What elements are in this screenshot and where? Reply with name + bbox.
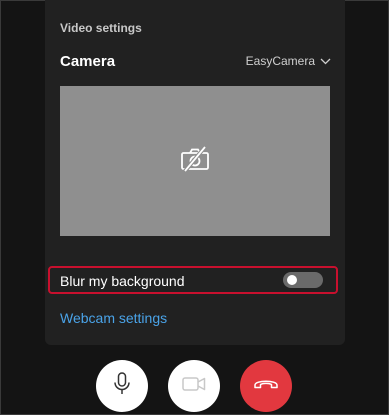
camera-selected-value: EasyCamera [245, 54, 315, 68]
microphone-icon [113, 371, 131, 401]
video-settings-panel: Video settings Camera EasyCamera Blur my… [45, 0, 345, 345]
blur-background-toggle[interactable] [283, 272, 323, 288]
hang-up-icon [253, 377, 279, 396]
blur-background-label: Blur my background [60, 273, 185, 289]
hang-up-button[interactable] [240, 360, 292, 412]
section-title: Video settings [60, 21, 142, 35]
video-button[interactable] [168, 360, 220, 412]
video-camera-icon [182, 376, 206, 397]
camera-dropdown[interactable]: EasyCamera [246, 54, 331, 68]
camera-off-icon [180, 145, 210, 177]
toggle-knob [287, 275, 297, 285]
camera-label: Camera [60, 53, 116, 70]
webcam-settings-link[interactable]: Webcam settings [60, 310, 167, 326]
mute-button[interactable] [96, 360, 148, 412]
camera-preview [60, 86, 330, 236]
chevron-down-icon [320, 58, 331, 65]
blur-background-row: Blur my background [48, 266, 338, 294]
